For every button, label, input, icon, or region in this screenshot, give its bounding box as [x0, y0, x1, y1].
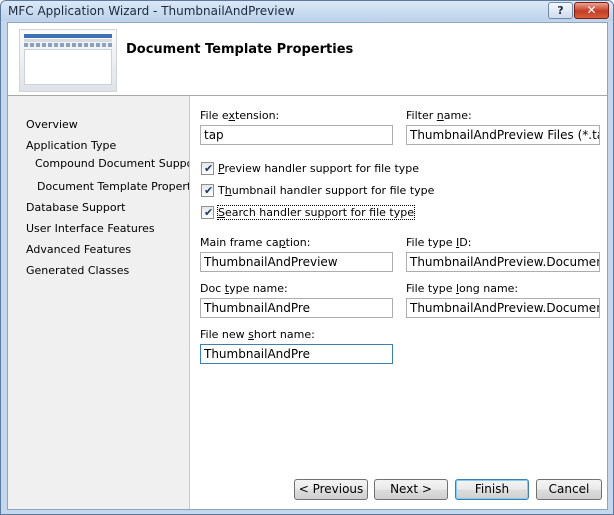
- sidebar-item-user-interface-features[interactable]: User Interface Features: [26, 222, 155, 235]
- thumbnail-document: [24, 49, 112, 85]
- check-icon: ✔: [204, 162, 214, 175]
- sidebar-item-database-support[interactable]: Database Support: [26, 201, 125, 214]
- check-icon: ✔: [204, 206, 214, 219]
- file-new-short-name-field[interactable]: ThumbnailAndPre: [200, 344, 393, 364]
- sidebar-item-application-type[interactable]: Application Type: [26, 139, 116, 152]
- wizard-thumbnail-image: [19, 29, 117, 92]
- sidebar-item-overview[interactable]: Overview: [26, 118, 78, 131]
- thumbnail-toolbar: [24, 43, 112, 47]
- next-button[interactable]: Next >: [374, 479, 448, 500]
- doc-type-name-label: Doc type name:: [200, 282, 288, 295]
- file-type-id-field[interactable]: ThumbnailAndPreview.Document: [406, 252, 600, 272]
- wizard-window: MFC Application Wizard - ThumbnailAndPre…: [0, 0, 614, 515]
- finish-button[interactable]: Finish: [455, 479, 529, 500]
- previous-button[interactable]: < Previous: [294, 479, 368, 500]
- file-extension-field[interactable]: tap: [200, 125, 393, 145]
- checkbox-box[interactable]: ✔: [201, 206, 214, 219]
- cancel-button[interactable]: Cancel: [536, 479, 602, 500]
- close-icon: ✕: [586, 3, 597, 17]
- file-type-long-name-field[interactable]: ThumbnailAndPreview.Document: [406, 298, 600, 318]
- filter-name-label: Filter name:: [406, 109, 472, 122]
- checkbox-label: Search handler support for file type: [217, 205, 415, 220]
- check-icon: ✔: [204, 184, 214, 197]
- file-type-id-label: File type ID:: [406, 236, 472, 249]
- thumbnail-titlebar: [24, 34, 112, 38]
- file-extension-label: File extension:: [200, 109, 280, 122]
- thumbnail-menubar: [24, 39, 112, 42]
- checkbox-label: Preview handler support for file type: [218, 162, 420, 175]
- wizard-client: Document Template Properties Overview Ap…: [7, 22, 608, 510]
- wizard-header: Document Template Properties: [8, 23, 607, 96]
- sidebar-item-advanced-features[interactable]: Advanced Features: [26, 243, 131, 256]
- file-new-short-name-label: File new short name:: [200, 328, 315, 341]
- sidebar-item-compound-document-support[interactable]: Compound Document Support: [35, 157, 202, 170]
- checkbox-box[interactable]: ✔: [201, 162, 214, 175]
- sidebar-item-generated-classes[interactable]: Generated Classes: [26, 264, 129, 277]
- doc-type-name-field[interactable]: ThumbnailAndPre: [200, 298, 393, 318]
- page-title: Document Template Properties: [126, 42, 354, 57]
- file-type-long-name-label: File type long name:: [406, 282, 519, 295]
- sidebar-item-document-template-properties[interactable]: Document Template Properties: [37, 180, 207, 193]
- main-frame-caption-label: Main frame caption:: [200, 236, 311, 249]
- wizard-sidebar: Overview Application Type Compound Docum…: [8, 96, 207, 509]
- title-bar[interactable]: MFC Application Wizard - ThumbnailAndPre…: [1, 1, 613, 21]
- help-icon: ?: [557, 4, 564, 17]
- main-frame-caption-field[interactable]: ThumbnailAndPreview: [200, 252, 393, 272]
- window-title: MFC Application Wizard - ThumbnailAndPre…: [8, 4, 295, 18]
- close-button[interactable]: ✕: [574, 2, 609, 19]
- checkbox-label: Thumbnail handler support for file type: [218, 184, 435, 197]
- checkbox-box[interactable]: ✔: [201, 184, 214, 197]
- help-button[interactable]: ?: [548, 2, 573, 19]
- properties-panel: File extension: tap Filter name: Thumbna…: [190, 96, 607, 509]
- filter-name-field[interactable]: ThumbnailAndPreview Files (*.tap): [406, 125, 600, 145]
